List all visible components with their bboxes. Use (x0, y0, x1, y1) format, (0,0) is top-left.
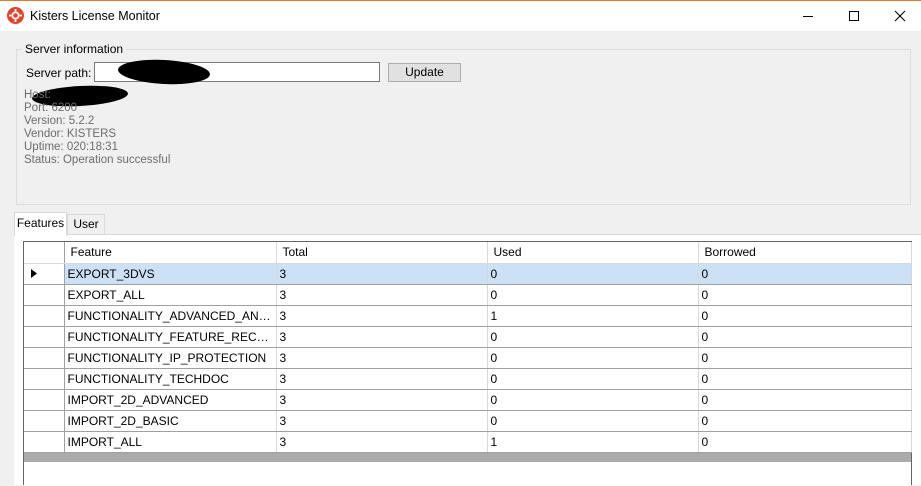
used-cell[interactable]: 0 (487, 284, 699, 306)
total-cell[interactable]: 3 (276, 326, 488, 348)
borrowed-cell[interactable]: 0 (698, 263, 912, 285)
used-cell[interactable]: 0 (487, 410, 699, 432)
row-header[interactable] (24, 431, 65, 453)
used-cell[interactable]: 0 (487, 347, 699, 369)
total-cell[interactable]: 3 (276, 347, 488, 369)
port-info: Port: 6200 (24, 102, 78, 114)
tab-features[interactable]: Features (14, 212, 67, 236)
used-cell[interactable]: 0 (487, 368, 699, 390)
feature-cell[interactable]: IMPORT_2D_ADVANCED (64, 389, 277, 411)
borrowed-cell[interactable]: 0 (698, 305, 912, 327)
features-grid[interactable]: Feature Total Used Borrowed EXPORT_3DVS … (23, 241, 912, 486)
feature-cell[interactable]: IMPORT_ALL (64, 431, 277, 453)
tab-user[interactable]: User (67, 214, 105, 234)
feature-cell[interactable]: FUNCTIONALITY_TECHDOC (64, 368, 277, 390)
maximize-icon (849, 11, 859, 21)
version-info: Version: 5.2.2 (24, 115, 95, 127)
total-cell[interactable]: 3 (276, 263, 488, 285)
total-cell[interactable]: 3 (276, 389, 488, 411)
update-button[interactable]: Update (388, 63, 461, 82)
server-path-label: Server path: (26, 66, 92, 80)
borrowed-cell[interactable]: 0 (698, 347, 912, 369)
table-row[interactable]: EXPORT_ALL 3 0 0 (24, 284, 912, 306)
feature-cell[interactable]: EXPORT_ALL (64, 284, 277, 306)
table-row[interactable]: EXPORT_3DVS 3 0 0 (24, 263, 912, 285)
total-cell[interactable]: 3 (276, 410, 488, 432)
row-header[interactable] (24, 326, 65, 348)
row-header[interactable] (24, 347, 65, 369)
row-header[interactable] (24, 263, 65, 285)
row-header[interactable] (24, 305, 65, 327)
borrowed-cell[interactable]: 0 (698, 410, 912, 432)
column-header-used[interactable]: Used (487, 242, 699, 264)
row-header[interactable] (24, 389, 65, 411)
table-header-row: Feature Total Used Borrowed (24, 242, 912, 264)
used-cell[interactable]: 0 (487, 326, 699, 348)
app-logo-icon (7, 7, 24, 24)
minimize-icon (803, 16, 813, 17)
used-cell[interactable]: 0 (487, 263, 699, 285)
borrowed-cell[interactable]: 0 (698, 389, 912, 411)
borrowed-cell[interactable]: 0 (698, 368, 912, 390)
row-header-corner[interactable] (24, 242, 65, 264)
table-row[interactable]: FUNCTIONALITY_FEATURE_RECO... 3 0 0 (24, 326, 912, 348)
feature-cell[interactable]: FUNCTIONALITY_ADVANCED_ANA... (64, 305, 277, 327)
borrowed-cell[interactable]: 0 (698, 431, 912, 453)
table-row[interactable]: FUNCTIONALITY_IP_PROTECTION 3 0 0 (24, 347, 912, 369)
used-cell[interactable]: 1 (487, 305, 699, 327)
status-info: Status: Operation successful (24, 154, 171, 166)
close-icon (894, 10, 906, 22)
close-button[interactable] (877, 1, 921, 31)
total-cell[interactable]: 3 (276, 284, 488, 306)
column-header-borrowed[interactable]: Borrowed (698, 242, 912, 264)
feature-cell[interactable]: FUNCTIONALITY_IP_PROTECTION (64, 347, 277, 369)
table-row[interactable]: IMPORT_ALL 3 1 0 (24, 431, 912, 453)
table-row[interactable]: IMPORT_2D_BASIC 3 0 0 (24, 410, 912, 432)
current-row-arrow-icon (31, 269, 37, 278)
row-header[interactable] (24, 410, 65, 432)
row-header[interactable] (24, 284, 65, 306)
uptime-info: Uptime: 020:18:31 (24, 141, 118, 153)
table-row[interactable]: FUNCTIONALITY_TECHDOC 3 0 0 (24, 368, 912, 390)
total-cell[interactable]: 3 (276, 431, 488, 453)
column-header-total[interactable]: Total (276, 242, 488, 264)
minimize-button[interactable] (785, 1, 831, 31)
features-table: Feature Total Used Borrowed EXPORT_3DVS … (24, 242, 912, 453)
total-cell[interactable]: 3 (276, 368, 488, 390)
server-info-group-title: Server information (22, 42, 127, 56)
feature-cell[interactable]: EXPORT_3DVS (64, 263, 277, 285)
window-title: Kisters License Monitor (30, 9, 160, 23)
borrowed-cell[interactable]: 0 (698, 326, 912, 348)
host-info: Host: (24, 89, 51, 101)
table-row[interactable]: FUNCTIONALITY_ADVANCED_ANA... 3 1 0 (24, 305, 912, 327)
feature-cell[interactable]: IMPORT_2D_BASIC (64, 410, 277, 432)
column-header-feature[interactable]: Feature (64, 242, 277, 264)
row-header[interactable] (24, 368, 65, 390)
table-row[interactable]: IMPORT_2D_ADVANCED 3 0 0 (24, 389, 912, 411)
used-cell[interactable]: 0 (487, 389, 699, 411)
maximize-button[interactable] (831, 1, 877, 31)
vendor-info: Vendor: KISTERS (24, 128, 117, 140)
borrowed-cell[interactable]: 0 (698, 284, 912, 306)
used-cell[interactable]: 1 (487, 431, 699, 453)
title-bar[interactable]: Kisters License Monitor (0, 0, 921, 31)
grid-empty-area (24, 462, 911, 486)
feature-cell[interactable]: FUNCTIONALITY_FEATURE_RECO... (64, 326, 277, 348)
total-cell[interactable]: 3 (276, 305, 488, 327)
